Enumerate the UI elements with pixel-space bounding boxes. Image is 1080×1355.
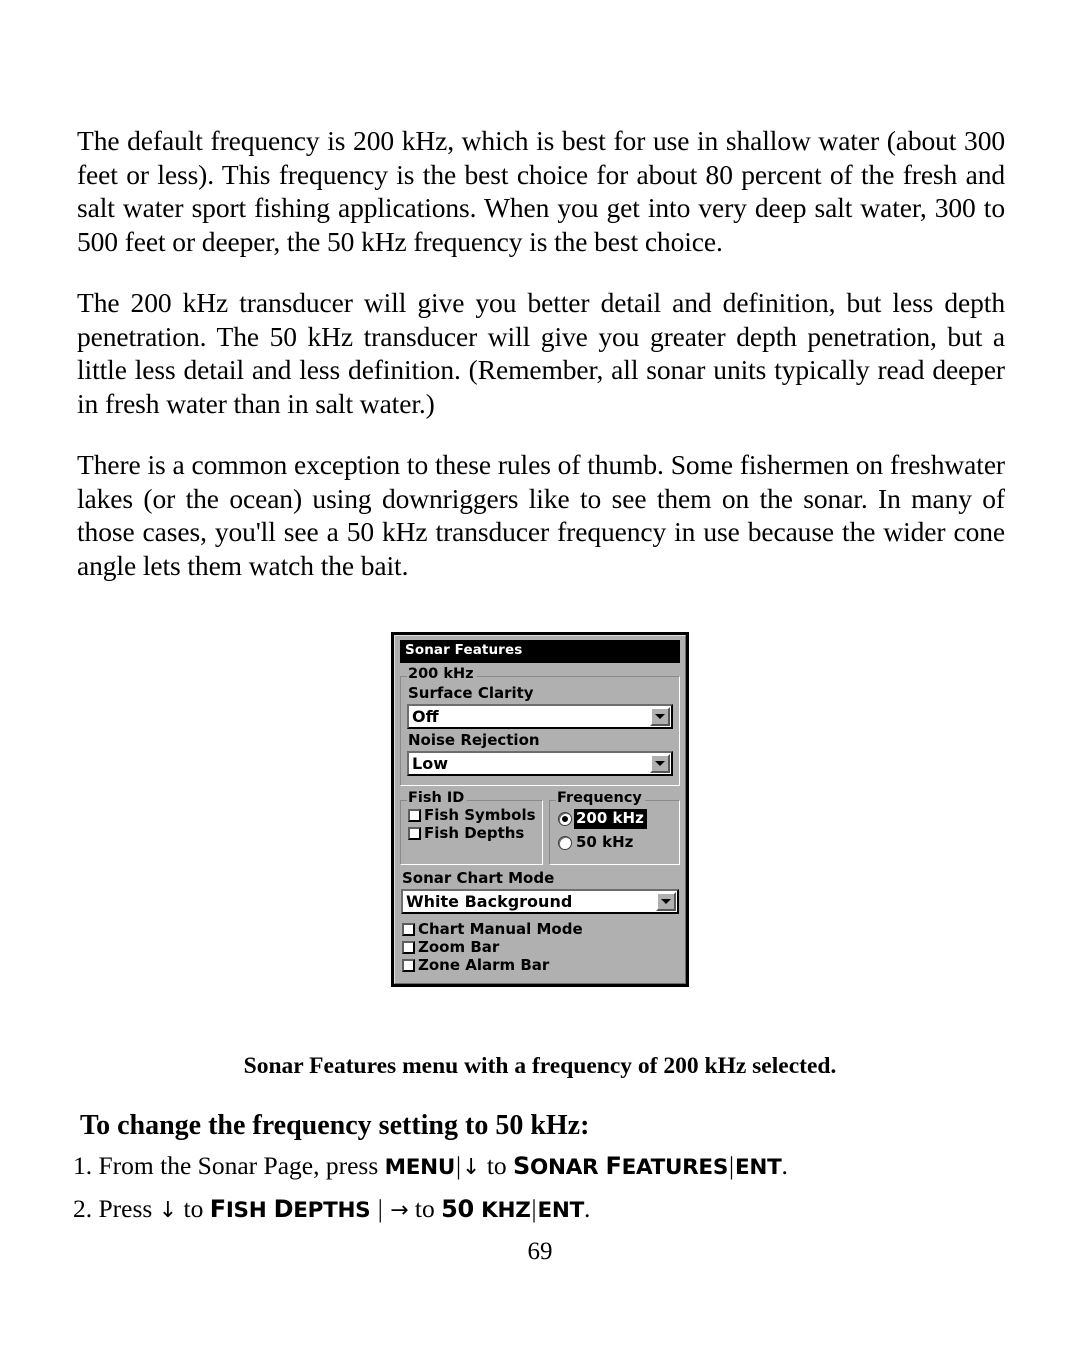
checkbox-icon[interactable] <box>402 922 415 936</box>
step-1-text-mid: to <box>486 1151 507 1180</box>
down-arrow-icon: ↓ <box>158 1198 178 1223</box>
key-khz: KHZ <box>481 1198 531 1223</box>
step-1-separator-2: | <box>729 1153 735 1180</box>
step-2-text-before: Press <box>98 1194 153 1223</box>
key-50: 50 <box>441 1195 474 1223</box>
step-1-number: 1. <box>73 1151 93 1180</box>
sonar-chart-mode-label: Sonar Chart Mode <box>402 868 555 887</box>
checkbox-zoom-bar-label: Zoom Bar <box>418 937 500 956</box>
step-2-separator-1: | <box>377 1196 383 1223</box>
checkbox-fish-depths[interactable]: Fish Depths <box>408 823 536 842</box>
group-fish-id-legend: Fish ID <box>407 790 468 805</box>
radio-200khz-label: 200 kHz <box>574 808 647 829</box>
checkbox-zoom-bar[interactable]: Zoom Bar <box>402 937 679 956</box>
paragraph-3: There is a common exception to these rul… <box>77 449 1005 581</box>
menu-50khz: 50 KHZ <box>441 1195 531 1223</box>
chevron-down-icon[interactable] <box>650 706 670 726</box>
checkbox-chart-manual-mode-label: Chart Manual Mode <box>418 919 583 938</box>
checkbox-icon[interactable] <box>408 808 421 822</box>
surface-clarity-dropdown[interactable]: Off <box>407 703 673 729</box>
noise-rejection-dropdown[interactable]: Low <box>407 750 673 776</box>
checkbox-icon[interactable] <box>408 826 421 840</box>
sc-s: S <box>513 1152 531 1180</box>
sc-f: F <box>605 1152 622 1180</box>
surface-clarity-value: Off <box>412 706 439 726</box>
sonar-chart-mode-dropdown[interactable]: White Background <box>401 888 679 914</box>
checkbox-icon[interactable] <box>402 958 415 972</box>
dialog-titlebar: Sonar Features <box>400 640 680 663</box>
group-frequency: Frequency 200 kHz 50 kHz <box>549 790 680 865</box>
radio-unselected-icon[interactable] <box>558 835 572 850</box>
group-200khz-legend: 200 kHz <box>407 666 477 681</box>
menu-fish-depths: FISH DEPTHS <box>209 1195 371 1223</box>
figure-sonar-features: Sonar Features 200 kHz Surface Clarity O… <box>0 632 1080 987</box>
sc-ish: ISH <box>225 1198 267 1223</box>
sonar-chart-mode-block: Sonar Chart Mode White Background Chart … <box>400 868 680 974</box>
sonar-features-dialog: Sonar Features 200 kHz Surface Clarity O… <box>391 632 689 987</box>
noise-rejection-value: Low <box>412 753 448 773</box>
paragraph-1: The default frequency is 200 kHz, which … <box>77 125 1005 257</box>
radio-50khz-label: 50 kHz <box>576 832 634 851</box>
menu-sonar-features: SONAR FEATURES <box>513 1152 729 1180</box>
radio-50khz[interactable]: 50 kHz <box>558 833 673 853</box>
key-ent: ENT <box>537 1198 585 1223</box>
step-2-period: . <box>583 1194 591 1223</box>
surface-clarity-label: Surface Clarity <box>408 683 534 702</box>
sc-onar: ONAR <box>530 1155 599 1180</box>
chevron-down-icon[interactable] <box>656 891 676 911</box>
figure-caption: Sonar Features menu with a frequency of … <box>243 1053 837 1079</box>
group-200khz: 200 kHz Surface Clarity Off Noise Reject… <box>400 666 680 786</box>
dialog-inner-frame: Sonar Features 200 kHz Surface Clarity O… <box>394 635 686 984</box>
chevron-down-icon[interactable] <box>650 753 670 773</box>
group-fish-id: Fish ID Fish Symbols Fish Depths <box>400 790 543 865</box>
key-menu: MENU <box>384 1155 456 1180</box>
checkbox-fish-depths-label: Fish Depths <box>424 823 525 842</box>
checkbox-fish-symbols[interactable]: Fish Symbols <box>408 805 536 824</box>
right-arrow-icon: → <box>390 1198 409 1223</box>
step-1-separator-1: | <box>455 1153 461 1180</box>
sc-f: F <box>209 1195 226 1223</box>
checkbox-zone-alarm-bar-label: Zone Alarm Bar <box>418 955 550 974</box>
page-subheading: To change the frequency setting to 50 kH… <box>80 1110 590 1141</box>
paragraph-2: The 200 kHz transducer will give you bet… <box>77 287 1005 419</box>
manual-page: The default frequency is 200 kHz, which … <box>0 0 1080 1355</box>
checkbox-chart-manual-mode[interactable]: Chart Manual Mode <box>402 919 679 938</box>
step-1-period: . <box>781 1151 788 1180</box>
sc-d: D <box>273 1195 294 1223</box>
sc-eatures: EATURES <box>621 1155 729 1180</box>
checkbox-fish-symbols-label: Fish Symbols <box>424 805 536 824</box>
body-text-column: The default frequency is 200 kHz, which … <box>77 124 1005 582</box>
step-1-text-before: From the Sonar Page, press <box>98 1151 379 1180</box>
key-ent: ENT <box>735 1155 782 1180</box>
sonar-chart-mode-value: White Background <box>406 891 573 911</box>
fishid-frequency-row: Fish ID Fish Symbols Fish Depths Frequen… <box>400 790 680 865</box>
radio-selected-icon[interactable] <box>558 811 572 826</box>
instruction-step-1: 1. From the Sonar Page, press MENU|↓ to … <box>73 1151 788 1181</box>
instruction-step-2: 2. Press ↓ to FISH DEPTHS | → to 50 KHZ|… <box>73 1194 590 1224</box>
sc-epths: EPTHS <box>293 1198 371 1223</box>
checkbox-icon[interactable] <box>402 940 415 954</box>
step-2-separator-2: | <box>531 1196 537 1223</box>
noise-rejection-label: Noise Rejection <box>408 730 540 749</box>
group-frequency-legend: Frequency <box>556 790 645 805</box>
radio-200khz[interactable]: 200 kHz <box>558 808 673 829</box>
checkbox-zone-alarm-bar[interactable]: Zone Alarm Bar <box>402 955 679 974</box>
step-2-text-mid-2: to <box>414 1194 435 1223</box>
step-2-text-mid: to <box>183 1194 204 1223</box>
step-2-number: 2. <box>73 1194 93 1223</box>
down-arrow-icon: ↓ <box>462 1155 481 1180</box>
page-number: 69 <box>527 1238 553 1265</box>
